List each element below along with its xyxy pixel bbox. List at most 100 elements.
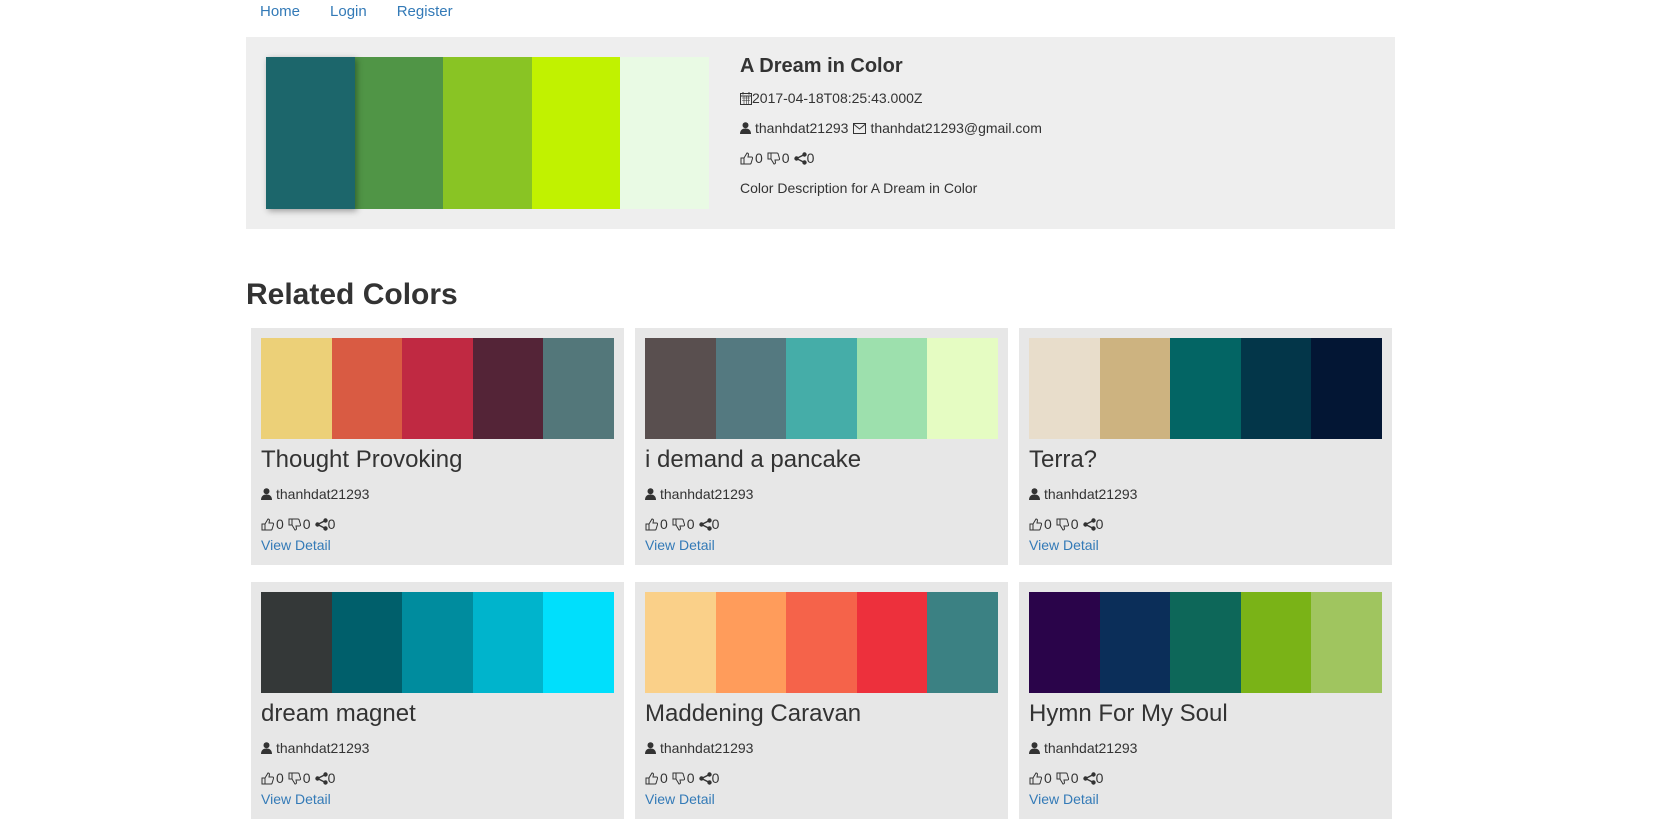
share-icon[interactable] xyxy=(1082,517,1096,531)
color-swatch[interactable] xyxy=(543,338,614,439)
color-swatch[interactable] xyxy=(715,592,787,693)
nav-register-link[interactable]: Register xyxy=(397,0,453,30)
thumbs-down-icon[interactable] xyxy=(672,518,685,531)
color-swatch[interactable] xyxy=(331,338,403,439)
card-author-line: thanhdat21293 xyxy=(645,740,753,756)
thumbs-up-icon[interactable] xyxy=(645,517,658,531)
color-swatch[interactable] xyxy=(1240,338,1312,439)
color-swatch[interactable] xyxy=(856,592,928,693)
color-swatch[interactable] xyxy=(1099,338,1171,439)
card-swatches xyxy=(645,592,998,693)
like-count: 0 xyxy=(660,516,668,532)
thumbs-down-icon[interactable] xyxy=(672,772,685,785)
color-swatch[interactable] xyxy=(472,592,544,693)
share-icon[interactable] xyxy=(793,151,807,165)
card-swatches xyxy=(261,338,614,439)
card-author-line: thanhdat21293 xyxy=(261,740,369,756)
color-swatch[interactable] xyxy=(927,592,998,693)
thumbs-up-icon[interactable] xyxy=(740,151,753,165)
like-count: 0 xyxy=(1044,770,1052,786)
card-swatches xyxy=(261,592,614,693)
card-title: Maddening Caravan xyxy=(645,700,862,727)
featured-info: A Dream in Color 2017-04-18T08:25:43.000… xyxy=(740,55,1042,210)
thumbs-up-icon[interactable] xyxy=(645,771,658,785)
color-swatch[interactable] xyxy=(402,592,473,693)
color-swatch[interactable] xyxy=(261,592,332,693)
palette-date: 2017-04-18T08:25:43.000Z xyxy=(752,90,923,106)
color-swatch[interactable] xyxy=(1099,592,1171,693)
color-swatch[interactable] xyxy=(331,592,403,693)
card-stats: 0 0 0 xyxy=(1029,770,1103,786)
share-count: 0 xyxy=(711,770,720,786)
color-swatch[interactable] xyxy=(1029,338,1100,439)
color-swatch[interactable] xyxy=(856,338,928,439)
dislike-count: 0 xyxy=(1070,516,1079,532)
share-icon[interactable] xyxy=(698,771,712,785)
share-count: 0 xyxy=(806,150,815,166)
featured-swatches xyxy=(266,57,709,209)
palette-description: Color Description for A Dream in Color xyxy=(740,180,978,196)
dislike-count: 0 xyxy=(302,516,311,532)
thumbs-down-icon[interactable] xyxy=(288,518,301,531)
thumbs-up-icon[interactable] xyxy=(261,517,274,531)
color-swatch[interactable] xyxy=(354,57,444,209)
thumbs-up-icon[interactable] xyxy=(261,771,274,785)
share-icon[interactable] xyxy=(1082,771,1096,785)
thumbs-down-icon[interactable] xyxy=(767,152,780,165)
color-swatch[interactable] xyxy=(543,592,614,693)
dislike-count: 0 xyxy=(686,770,695,786)
palette-card: Maddening Caravan thanhdat21293 0 0 0 Vi… xyxy=(635,582,1008,819)
view-detail-link[interactable]: View Detail xyxy=(645,537,715,553)
card-title: i demand a pancake xyxy=(645,446,862,473)
color-swatch[interactable] xyxy=(266,57,355,209)
card-stats: 0 0 0 xyxy=(261,770,335,786)
card-author: thanhdat21293 xyxy=(276,740,370,756)
related-colors-heading: Related Colors xyxy=(246,278,458,311)
color-swatch[interactable] xyxy=(472,338,544,439)
share-icon[interactable] xyxy=(698,517,712,531)
view-detail-link[interactable]: View Detail xyxy=(1029,537,1099,553)
view-detail-link[interactable]: View Detail xyxy=(645,791,715,807)
palette-email: thanhdat21293@gmail.com xyxy=(870,120,1042,136)
thumbs-down-icon[interactable] xyxy=(1056,772,1069,785)
like-count: 0 xyxy=(1044,516,1052,532)
user-icon xyxy=(645,488,656,500)
view-detail-link[interactable]: View Detail xyxy=(261,791,331,807)
share-icon[interactable] xyxy=(314,517,328,531)
color-swatch[interactable] xyxy=(531,57,621,209)
view-detail-link[interactable]: View Detail xyxy=(261,537,331,553)
color-swatch[interactable] xyxy=(1170,592,1241,693)
color-swatch[interactable] xyxy=(620,57,709,209)
color-swatch[interactable] xyxy=(645,338,716,439)
user-icon xyxy=(1029,742,1040,754)
nav-home-link[interactable]: Home xyxy=(260,0,300,30)
view-detail-link[interactable]: View Detail xyxy=(1029,791,1099,807)
card-swatches xyxy=(1029,592,1382,693)
color-swatch[interactable] xyxy=(1311,592,1382,693)
color-swatch[interactable] xyxy=(1170,338,1241,439)
share-icon[interactable] xyxy=(314,771,328,785)
card-title: Thought Provoking xyxy=(261,446,463,473)
card-author-line: thanhdat21293 xyxy=(1029,740,1137,756)
card-author-line: thanhdat21293 xyxy=(645,486,753,502)
color-swatch[interactable] xyxy=(261,338,332,439)
nav-login-link[interactable]: Login xyxy=(330,0,367,30)
like-count: 0 xyxy=(276,770,284,786)
dislike-count: 0 xyxy=(302,770,311,786)
color-swatch[interactable] xyxy=(1029,592,1100,693)
color-swatch[interactable] xyxy=(1240,592,1312,693)
thumbs-down-icon[interactable] xyxy=(288,772,301,785)
thumbs-down-icon[interactable] xyxy=(1056,518,1069,531)
color-swatch[interactable] xyxy=(715,338,787,439)
thumbs-up-icon[interactable] xyxy=(1029,771,1042,785)
card-stats: 0 0 0 xyxy=(1029,516,1103,532)
color-swatch[interactable] xyxy=(927,338,998,439)
color-swatch[interactable] xyxy=(786,338,857,439)
color-swatch[interactable] xyxy=(786,592,857,693)
thumbs-up-icon[interactable] xyxy=(1029,517,1042,531)
color-swatch[interactable] xyxy=(645,592,716,693)
color-swatch[interactable] xyxy=(1311,338,1382,439)
color-swatch[interactable] xyxy=(443,57,532,209)
user-icon xyxy=(261,488,272,500)
color-swatch[interactable] xyxy=(402,338,473,439)
